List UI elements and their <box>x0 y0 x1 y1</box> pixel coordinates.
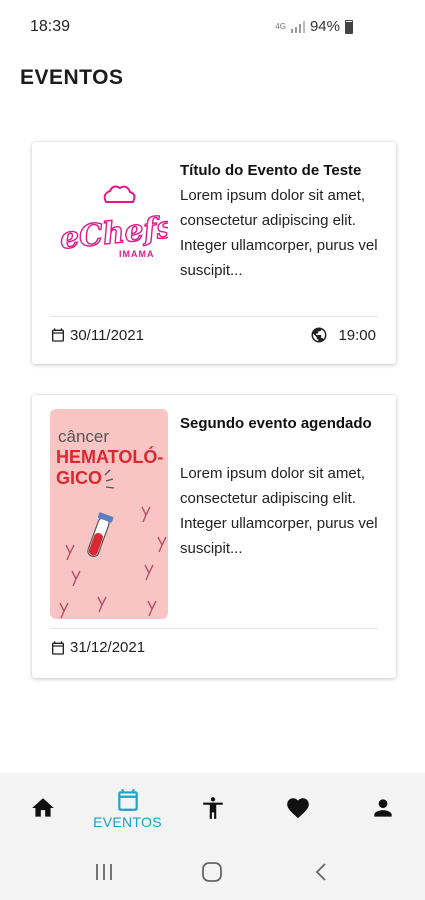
svg-text:IMAMA: IMAMA <box>119 249 155 259</box>
event-time: 19:00 <box>310 326 376 344</box>
event-description: Lorem ipsum dolor sit amet, consectetur … <box>180 465 378 557</box>
battery-percent: 94% <box>309 18 340 35</box>
network-type: 4G <box>275 21 286 31</box>
system-navigation <box>0 843 425 900</box>
nav-profile[interactable] <box>340 773 425 843</box>
event-description: Lorem ipsum dolor sit amet, consectetur … <box>180 187 378 279</box>
back-button[interactable] <box>296 852 346 892</box>
calendar-icon <box>117 788 138 811</box>
calendar-icon <box>52 328 64 342</box>
accessibility-icon <box>202 797 223 819</box>
globe-icon <box>311 327 327 343</box>
event-footer: 31/12/2021 <box>50 639 376 656</box>
event-title: Segundo evento agendado <box>180 415 372 432</box>
echefs-logo: eChefs IMAMA <box>58 185 168 259</box>
nav-eventos[interactable]: EVENTOS <box>85 773 170 843</box>
heart-icon <box>286 798 309 819</box>
home-icon <box>31 798 54 817</box>
back-icon <box>315 862 326 881</box>
card-divider <box>50 316 378 317</box>
event-image-echefs: eChefs IMAMA <box>50 156 168 296</box>
event-date: 31/12/2021 <box>50 639 145 656</box>
cancer-hematologico-image: câncer HEMATOLÓ- GICO <box>56 427 167 619</box>
card-divider <box>50 628 378 629</box>
status-time: 18:39 <box>30 18 71 35</box>
svg-text:GICO: GICO <box>56 468 102 488</box>
recent-apps-icon <box>96 863 113 880</box>
home-system-button[interactable] <box>187 852 237 892</box>
event-title: Título do Evento de Teste <box>180 162 362 179</box>
event-card[interactable]: câncer HEMATOLÓ- GICO Segundo evento age… <box>32 395 396 678</box>
event-card[interactable]: eChefs IMAMA Título do Evento de Teste L… <box>32 142 396 364</box>
svg-text:HEMATOLÓ-: HEMATOLÓ- <box>56 446 163 467</box>
status-indicators: 4G 94% <box>275 18 353 35</box>
page-title: EVENTOS <box>20 66 124 89</box>
nav-label-eventos: EVENTOS <box>93 813 162 830</box>
person-icon <box>373 799 392 817</box>
event-date: 30/11/2021 <box>50 327 144 344</box>
nav-home[interactable] <box>0 773 85 843</box>
home-circle-icon <box>202 861 223 882</box>
nav-accessibility[interactable] <box>170 773 255 843</box>
bottom-navigation: EVENTOS <box>0 773 425 843</box>
signal-icon <box>290 20 305 33</box>
event-footer: 30/11/2021 19:00 <box>50 326 376 344</box>
battery-icon <box>345 19 353 34</box>
recent-apps-button[interactable] <box>79 852 129 892</box>
nav-favorites[interactable] <box>255 773 340 843</box>
svg-text:câncer: câncer <box>58 427 109 446</box>
status-bar: 18:39 4G 94% <box>0 0 425 56</box>
calendar-icon <box>52 640 64 655</box>
event-image-cancer: câncer HEMATOLÓ- GICO <box>50 409 168 619</box>
